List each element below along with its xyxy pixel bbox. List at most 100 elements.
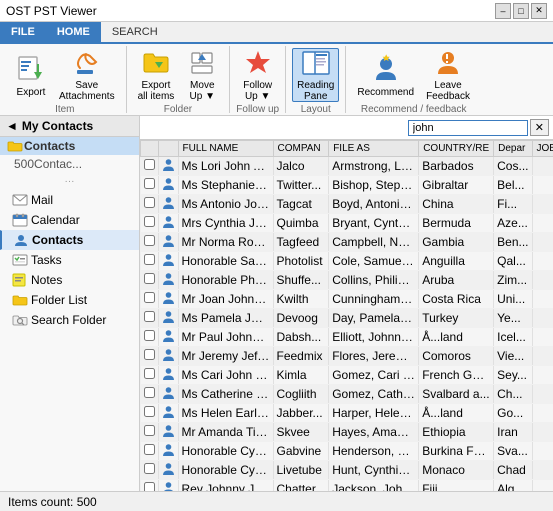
table-row[interactable]: Ms Pamela John...DevoogDay, Pamela Johnn… — [141, 309, 553, 328]
cell-job-title — [532, 442, 553, 461]
cell-country: Gambia — [419, 233, 494, 252]
tab-file[interactable]: FILE — [0, 22, 46, 42]
col-company[interactable]: COMPAN — [273, 141, 329, 157]
row-checkbox[interactable] — [144, 444, 155, 455]
close-button[interactable]: ✕ — [531, 3, 547, 19]
cell-department: Ye... — [494, 309, 532, 328]
search-bar: ✕ — [140, 116, 553, 140]
cell-department: Ben... — [494, 233, 532, 252]
table-row[interactable]: Rev Johnny Jason...Chatter...Jackson, Jo… — [141, 480, 553, 492]
reading-pane-icon — [300, 48, 332, 78]
table-row[interactable]: Honorable Samuel...PhotolistCole, Samuel… — [141, 252, 553, 271]
row-checkbox[interactable] — [144, 463, 155, 474]
table-row[interactable]: Honorable Cynthi...LivetubeHunt, Cynthia… — [141, 461, 553, 480]
row-checkbox[interactable] — [144, 425, 155, 436]
attachment-icon — [71, 48, 103, 78]
table-row[interactable]: Ms Antonio Joh...TagcatBoyd, Antonio Joh… — [141, 195, 553, 214]
table-row[interactable]: Mr Norma Robert...TagfeedCampbell, Norma… — [141, 233, 553, 252]
row-checkbox[interactable] — [144, 178, 155, 189]
calendar-label: Calendar — [31, 213, 80, 227]
col-fullname[interactable]: FULL NAME — [178, 141, 273, 157]
minimize-button[interactable]: – — [495, 3, 511, 19]
row-checkbox[interactable] — [144, 273, 155, 284]
col-fileas[interactable]: FILE AS — [329, 141, 419, 157]
folder-buttons: Exportall items MoveUp ▼ — [133, 48, 224, 102]
row-checkbox[interactable] — [144, 235, 155, 246]
cell-full-name: Honorable Cynthi... — [178, 442, 273, 461]
move-up-button[interactable]: MoveUp ▼ — [181, 48, 223, 102]
col-depart[interactable]: Depar — [494, 141, 532, 157]
table-row[interactable]: Mr Amanda Timo...SkveeHayes, Amanda Timo… — [141, 423, 553, 442]
cell-company: Twitter... — [273, 176, 329, 195]
table-row[interactable]: Mr Paul Johnny Fi...Dabsh...Elliott, Joh… — [141, 328, 553, 347]
cell-company: Cogliith — [273, 385, 329, 404]
col-checkbox[interactable] — [141, 141, 159, 157]
cell-company: Kimla — [273, 366, 329, 385]
sidebar-item-calendar[interactable]: Calendar — [0, 210, 139, 230]
row-checkbox[interactable] — [144, 254, 155, 265]
row-checkbox[interactable] — [144, 387, 155, 398]
my-contacts-header[interactable]: ◄ My Contacts — [0, 116, 139, 137]
row-checkbox[interactable] — [144, 159, 155, 170]
search-input[interactable] — [408, 120, 528, 136]
recommend-button[interactable]: Recommend — [352, 48, 419, 102]
sidebar-item-tasks[interactable]: Tasks — [0, 250, 139, 270]
export-button[interactable]: Export — [10, 48, 52, 102]
table-row[interactable]: Mrs Cynthia John...QuimbaBryant, Cynthia… — [141, 214, 553, 233]
sidebar-item-mail[interactable]: Mail — [0, 190, 139, 210]
row-checkbox[interactable] — [144, 482, 155, 491]
table-row[interactable]: Mr Jeremy Jeffrey...FeedmixFlores, Jerem… — [141, 347, 553, 366]
contacts-label: Contacts — [24, 139, 75, 153]
table-row[interactable]: Honorable Philip...Shuffe...Collins, Phi… — [141, 271, 553, 290]
col-country[interactable]: COUNTRY/RE — [419, 141, 494, 157]
sidebar-item-search-folder[interactable]: Search Folder — [0, 310, 139, 330]
row-checkbox[interactable] — [144, 406, 155, 417]
window-controls: – □ ✕ — [495, 3, 547, 19]
table-row[interactable]: Ms Helen Earl Har...Jabber...Harper, Hel… — [141, 404, 553, 423]
sidebar-item-notes[interactable]: Notes — [0, 270, 139, 290]
cell-full-name: Honorable Cynthi... — [178, 461, 273, 480]
row-checkbox[interactable] — [144, 311, 155, 322]
row-checkbox[interactable] — [144, 292, 155, 303]
row-contact-icon — [158, 157, 178, 176]
cell-file-as: Cunningham, Joan Jo... — [329, 290, 419, 309]
table-row[interactable]: Honorable Cynthi...GabvineHenderson, Phy… — [141, 442, 553, 461]
cell-company: Dabsh... — [273, 328, 329, 347]
save-attachments-button[interactable]: SaveAttachments — [54, 48, 120, 102]
notes-label: Notes — [31, 273, 62, 287]
cell-job-title — [532, 347, 553, 366]
contacts-table-container[interactable]: FULL NAME COMPAN FILE AS COUNTRY/RE Depa… — [140, 140, 553, 491]
leave-feedback-button[interactable]: LeaveFeedback — [421, 48, 475, 102]
search-folder-icon — [13, 314, 27, 326]
cell-company: Shuffe... — [273, 271, 329, 290]
cell-job-title — [532, 309, 553, 328]
cell-full-name: Mr Norma Robert... — [178, 233, 273, 252]
cell-country: Å...land — [419, 404, 494, 423]
row-checkbox[interactable] — [144, 197, 155, 208]
ribbon-group-recommend: Recommend LeaveFeedback Recommend / feed… — [346, 46, 481, 113]
table-row[interactable]: Ms Stephanie Joh...Twitter...Bishop, Ste… — [141, 176, 553, 195]
maximize-button[interactable]: □ — [513, 3, 529, 19]
sidebar-item-contacts-active[interactable]: Contacts — [0, 230, 139, 250]
table-row[interactable]: Ms Cari John Go...KimlaGomez, Cari JohnF… — [141, 366, 553, 385]
row-checkbox[interactable] — [144, 330, 155, 341]
table-row[interactable]: Ms Lori John Arm...JalcoArmstrong, Lori … — [141, 157, 553, 176]
table-row[interactable]: Mr Joan Johnny C...KwilthCunningham, Joa… — [141, 290, 553, 309]
table-row[interactable]: Ms Catherine Wal...CogliithGomez, Cather… — [141, 385, 553, 404]
reading-pane-button[interactable]: ReadingPane — [292, 48, 339, 102]
row-checkbox[interactable] — [144, 216, 155, 227]
tab-search[interactable]: SEARCH — [101, 22, 169, 42]
export-all-button[interactable]: Exportall items — [133, 48, 180, 102]
search-clear-button[interactable]: ✕ — [530, 119, 549, 136]
col-jobtitle[interactable]: JOB TI — [532, 141, 553, 157]
sidebar-item-folder-list[interactable]: Folder List — [0, 290, 139, 310]
follow-up-label: FollowUp ▼ — [243, 80, 272, 102]
row-checkbox[interactable] — [144, 368, 155, 379]
row-checkbox[interactable] — [144, 349, 155, 360]
contacts-folder-item[interactable]: Contacts — [0, 137, 139, 155]
follow-up-button[interactable]: FollowUp ▼ — [237, 48, 279, 102]
tab-home[interactable]: HOME — [46, 22, 101, 42]
recommend-group-label: Recommend / feedback — [361, 102, 467, 115]
cell-job-title — [532, 176, 553, 195]
ribbon-group-item: Export SaveAttachments Item — [4, 46, 127, 113]
